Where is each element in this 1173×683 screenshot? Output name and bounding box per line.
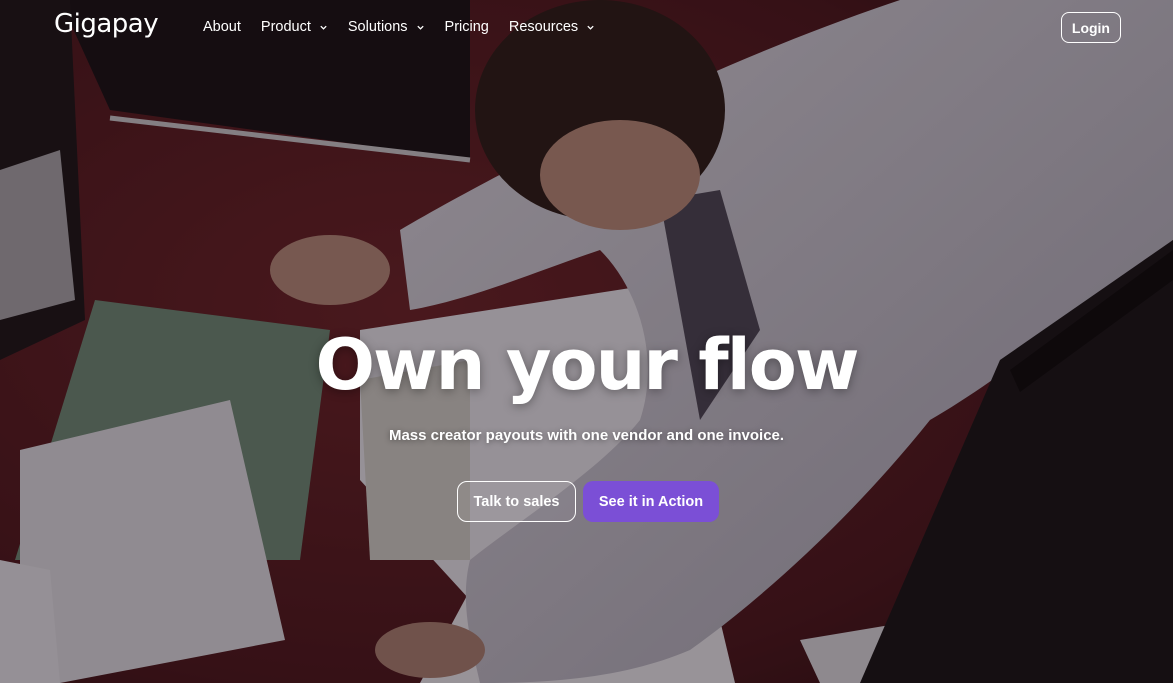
hero-subtitle: Mass creator payouts with one vendor and… (388, 427, 785, 444)
see-it-in-action-button[interactable]: See it in Action (583, 481, 719, 522)
nav-item-label: Solutions (347, 19, 408, 35)
nav-item-label: Resources (508, 19, 579, 35)
talk-to-sales-button[interactable]: Talk to sales (457, 481, 576, 522)
chevron-down-icon (587, 25, 594, 30)
nav-item-resources[interactable]: Resources (509, 19, 595, 35)
nav-item-product[interactable]: Product (261, 19, 328, 35)
gigapay-logo[interactable]: Gigapay (54, 9, 159, 39)
hero-section: Gigapay About Product Solutions Pricing … (0, 0, 1173, 683)
nav-item-solutions[interactable]: Solutions (348, 19, 425, 35)
nav-item-label: About (203, 19, 241, 35)
login-button[interactable]: Login (1060, 12, 1121, 43)
main-menu: About Product Solutions Pricing Resource… (203, 19, 595, 35)
nav-item-about[interactable]: About (203, 19, 241, 35)
nav-item-pricing[interactable]: Pricing (445, 19, 489, 35)
hero-cta-group: Talk to sales See it in Action (457, 481, 719, 522)
chevron-down-icon (416, 25, 424, 30)
top-navigation: Gigapay About Product Solutions Pricing … (0, 0, 1173, 58)
chevron-down-icon (320, 25, 327, 30)
nav-item-label: Pricing (444, 19, 489, 35)
hero-headline: Own your flow (315, 324, 859, 406)
nav-item-label: Product (260, 19, 311, 35)
